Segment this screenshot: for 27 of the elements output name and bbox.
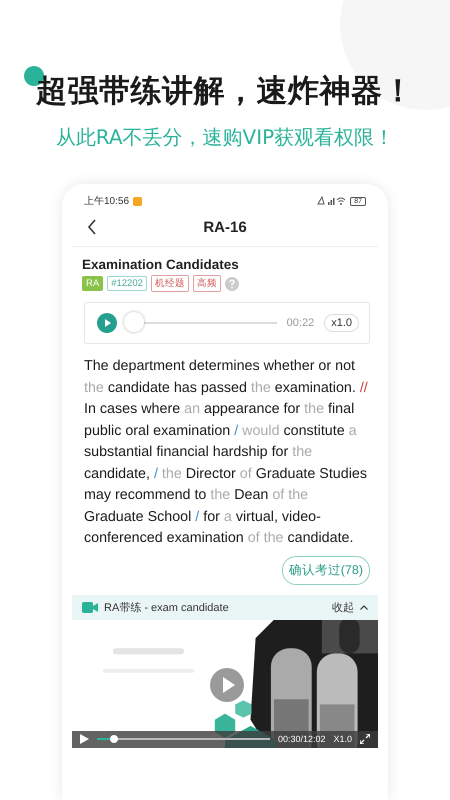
tag: 高频 — [192, 275, 221, 292]
audio-time: 00:22 — [286, 317, 314, 329]
tag: RA — [82, 276, 104, 291]
speed-button[interactable]: x1.0 — [324, 314, 359, 332]
tag: #12202 — [107, 276, 147, 291]
play-icon[interactable] — [210, 668, 244, 702]
headline: 超强带练讲解，速炸神器！ — [36, 72, 414, 111]
video-title: RA带练 - exam candidate — [104, 600, 229, 614]
notification-icon — [133, 196, 142, 206]
slider-thumb[interactable] — [124, 312, 144, 332]
page-title: RA-16 — [203, 218, 247, 236]
tag: 机经题 — [150, 275, 189, 292]
play-icon[interactable] — [97, 313, 117, 333]
status-icons — [316, 196, 346, 206]
chevron-up-icon[interactable] — [360, 604, 368, 610]
collapse-button[interactable]: 收起 — [332, 600, 354, 614]
speed-button[interactable]: X1.0 — [333, 734, 352, 744]
passage-text: The department determines whether or not the candidate has passed the examination. // In cases where an appearance for the final public oral examination / would constitute a substantial financial hardship for the candidate, / the Director of Graduate Studies may recommend to the Dean of the Graduate School / for a virtual, video-conferenced examination of the candidate. — [84, 357, 369, 548]
video-slider-thumb[interactable] — [110, 735, 118, 743]
back-icon[interactable] — [87, 219, 97, 235]
camera-icon — [82, 602, 98, 612]
status-time: 上午10:56 — [84, 194, 130, 208]
question-title: Examination Candidates — [82, 257, 240, 272]
video-time: 00:30/12:02 — [278, 734, 326, 744]
subheadline: 从此RA不丢分，速购VIP获观看权限！ — [56, 124, 394, 151]
play-icon[interactable] — [80, 734, 89, 744]
fullscreen-icon[interactable] — [360, 734, 370, 744]
